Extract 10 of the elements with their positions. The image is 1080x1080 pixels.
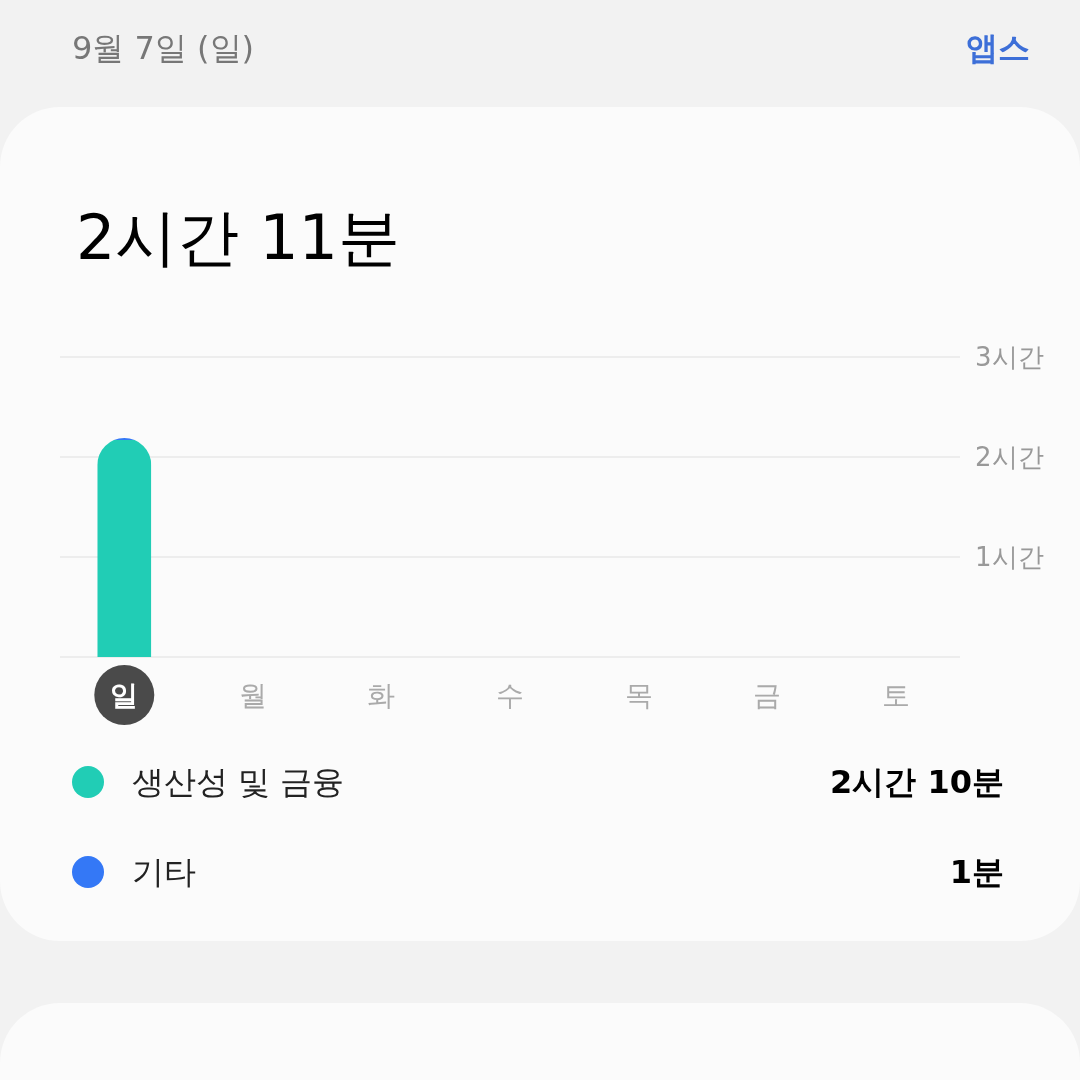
axis-label: 2시간 xyxy=(975,442,1044,473)
category-name: 생산성 및 금융 xyxy=(132,762,346,804)
date-label: 9월 7일 (일) xyxy=(72,32,255,64)
axis-label: 1시간 xyxy=(975,542,1044,573)
category-time: 1분 xyxy=(949,852,1004,894)
total-time: 2시간 11분 xyxy=(76,201,401,275)
category-time: 2시간 10분 xyxy=(830,762,1004,804)
axis-label: 3시간 xyxy=(975,342,1044,373)
category-name: 기타 xyxy=(132,852,197,894)
x-tick-label: 일 xyxy=(110,679,139,713)
